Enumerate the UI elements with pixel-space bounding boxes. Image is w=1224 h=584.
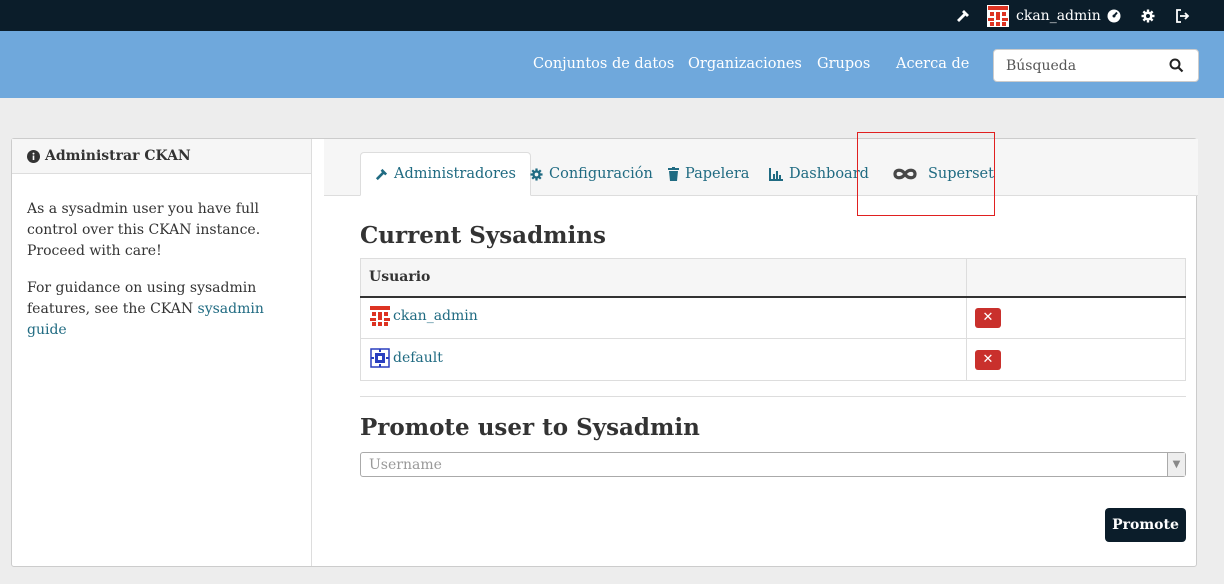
- user-link[interactable]: default: [369, 346, 443, 369]
- account-bar: ckan_admin: [0, 0, 1224, 31]
- trash-icon: [668, 167, 679, 181]
- promote-button[interactable]: Promote: [1105, 508, 1186, 542]
- current-sysadmins-heading: Current Sysadmins: [360, 222, 606, 249]
- user-link[interactable]: ckan_admin: [369, 304, 478, 327]
- tab-trash[interactable]: Papelera: [654, 152, 763, 196]
- sidebar-header: Administrar CKAN: [12, 139, 311, 174]
- content-wrapper: Administrar CKAN As a sysadmin user you …: [11, 138, 1198, 567]
- nav-organizations[interactable]: Organizaciones: [688, 56, 802, 72]
- chevron-down-icon[interactable]: ▼: [1167, 453, 1185, 476]
- tab-administrators-label: Administradores: [394, 166, 516, 182]
- tab-configuration[interactable]: Configuración: [516, 152, 667, 196]
- actions-cell: ✕: [966, 296, 1186, 339]
- search-input[interactable]: [994, 50, 1164, 81]
- admin-tabs: Administradores Configuración Papelera D…: [324, 139, 1198, 196]
- nav-about[interactable]: Acerca de: [896, 56, 969, 72]
- user-avatar: [369, 304, 391, 327]
- tab-trash-label: Papelera: [685, 166, 750, 182]
- column-actions: [966, 258, 1186, 298]
- user-avatar[interactable]: [987, 0, 1009, 31]
- username-link[interactable]: ckan_admin: [1016, 0, 1101, 31]
- column-user: Usuario: [360, 258, 967, 298]
- masthead: Conjuntos de datos Organizaciones Grupos…: [0, 31, 1224, 98]
- user-name: default: [393, 349, 443, 366]
- logout-icon[interactable]: [1175, 0, 1190, 31]
- section-divider: [360, 396, 1186, 397]
- actions-cell: ✕: [966, 338, 1186, 381]
- sysadmin-hammer-icon[interactable]: [956, 0, 970, 31]
- tab-configuration-label: Configuración: [549, 166, 653, 182]
- main-content: Administradores Configuración Papelera D…: [324, 139, 1198, 566]
- hammer-icon: [375, 168, 388, 180]
- search-icon[interactable]: [1169, 58, 1184, 77]
- remove-sysadmin-button[interactable]: ✕: [975, 307, 1001, 328]
- username-placeholder: Username: [369, 456, 442, 473]
- username-select[interactable]: Username ▼: [360, 452, 1186, 477]
- table-header-row: Usuario: [360, 258, 1186, 298]
- user-name: ckan_admin: [393, 307, 478, 324]
- gear-icon[interactable]: [1141, 0, 1155, 31]
- table-row: ckan_admin ✕: [360, 296, 1186, 339]
- sysadmins-table: Usuario ckan_admin ✕ default ✕: [360, 258, 1186, 381]
- user-avatar: [369, 346, 391, 369]
- nav-groups[interactable]: Grupos: [817, 56, 870, 72]
- remove-sysadmin-button[interactable]: ✕: [975, 349, 1001, 370]
- chart-icon: [769, 167, 783, 181]
- info-icon: [27, 149, 40, 163]
- gear-icon: [530, 167, 543, 181]
- tab-administrators[interactable]: Administradores: [360, 152, 531, 196]
- nav-datasets[interactable]: Conjuntos de datos: [533, 56, 674, 72]
- user-cell: ckan_admin: [360, 296, 967, 339]
- close-icon: ✕: [982, 310, 994, 326]
- close-icon: ✕: [982, 352, 994, 367]
- sidebar-title: Administrar CKAN: [45, 148, 191, 164]
- dashboard-icon[interactable]: [1107, 0, 1121, 31]
- table-row: default ✕: [360, 338, 1186, 381]
- annotation-highlight-box: [857, 132, 995, 216]
- promote-heading: Promote user to Sysadmin: [360, 414, 700, 441]
- user-cell: default: [360, 338, 967, 381]
- search-box: [993, 49, 1199, 82]
- sidebar: Administrar CKAN As a sysadmin user you …: [12, 139, 312, 566]
- sidebar-guidance: For guidance on using sysadmin features,…: [12, 278, 311, 341]
- sidebar-warning: As a sysadmin user you have full control…: [27, 201, 261, 259]
